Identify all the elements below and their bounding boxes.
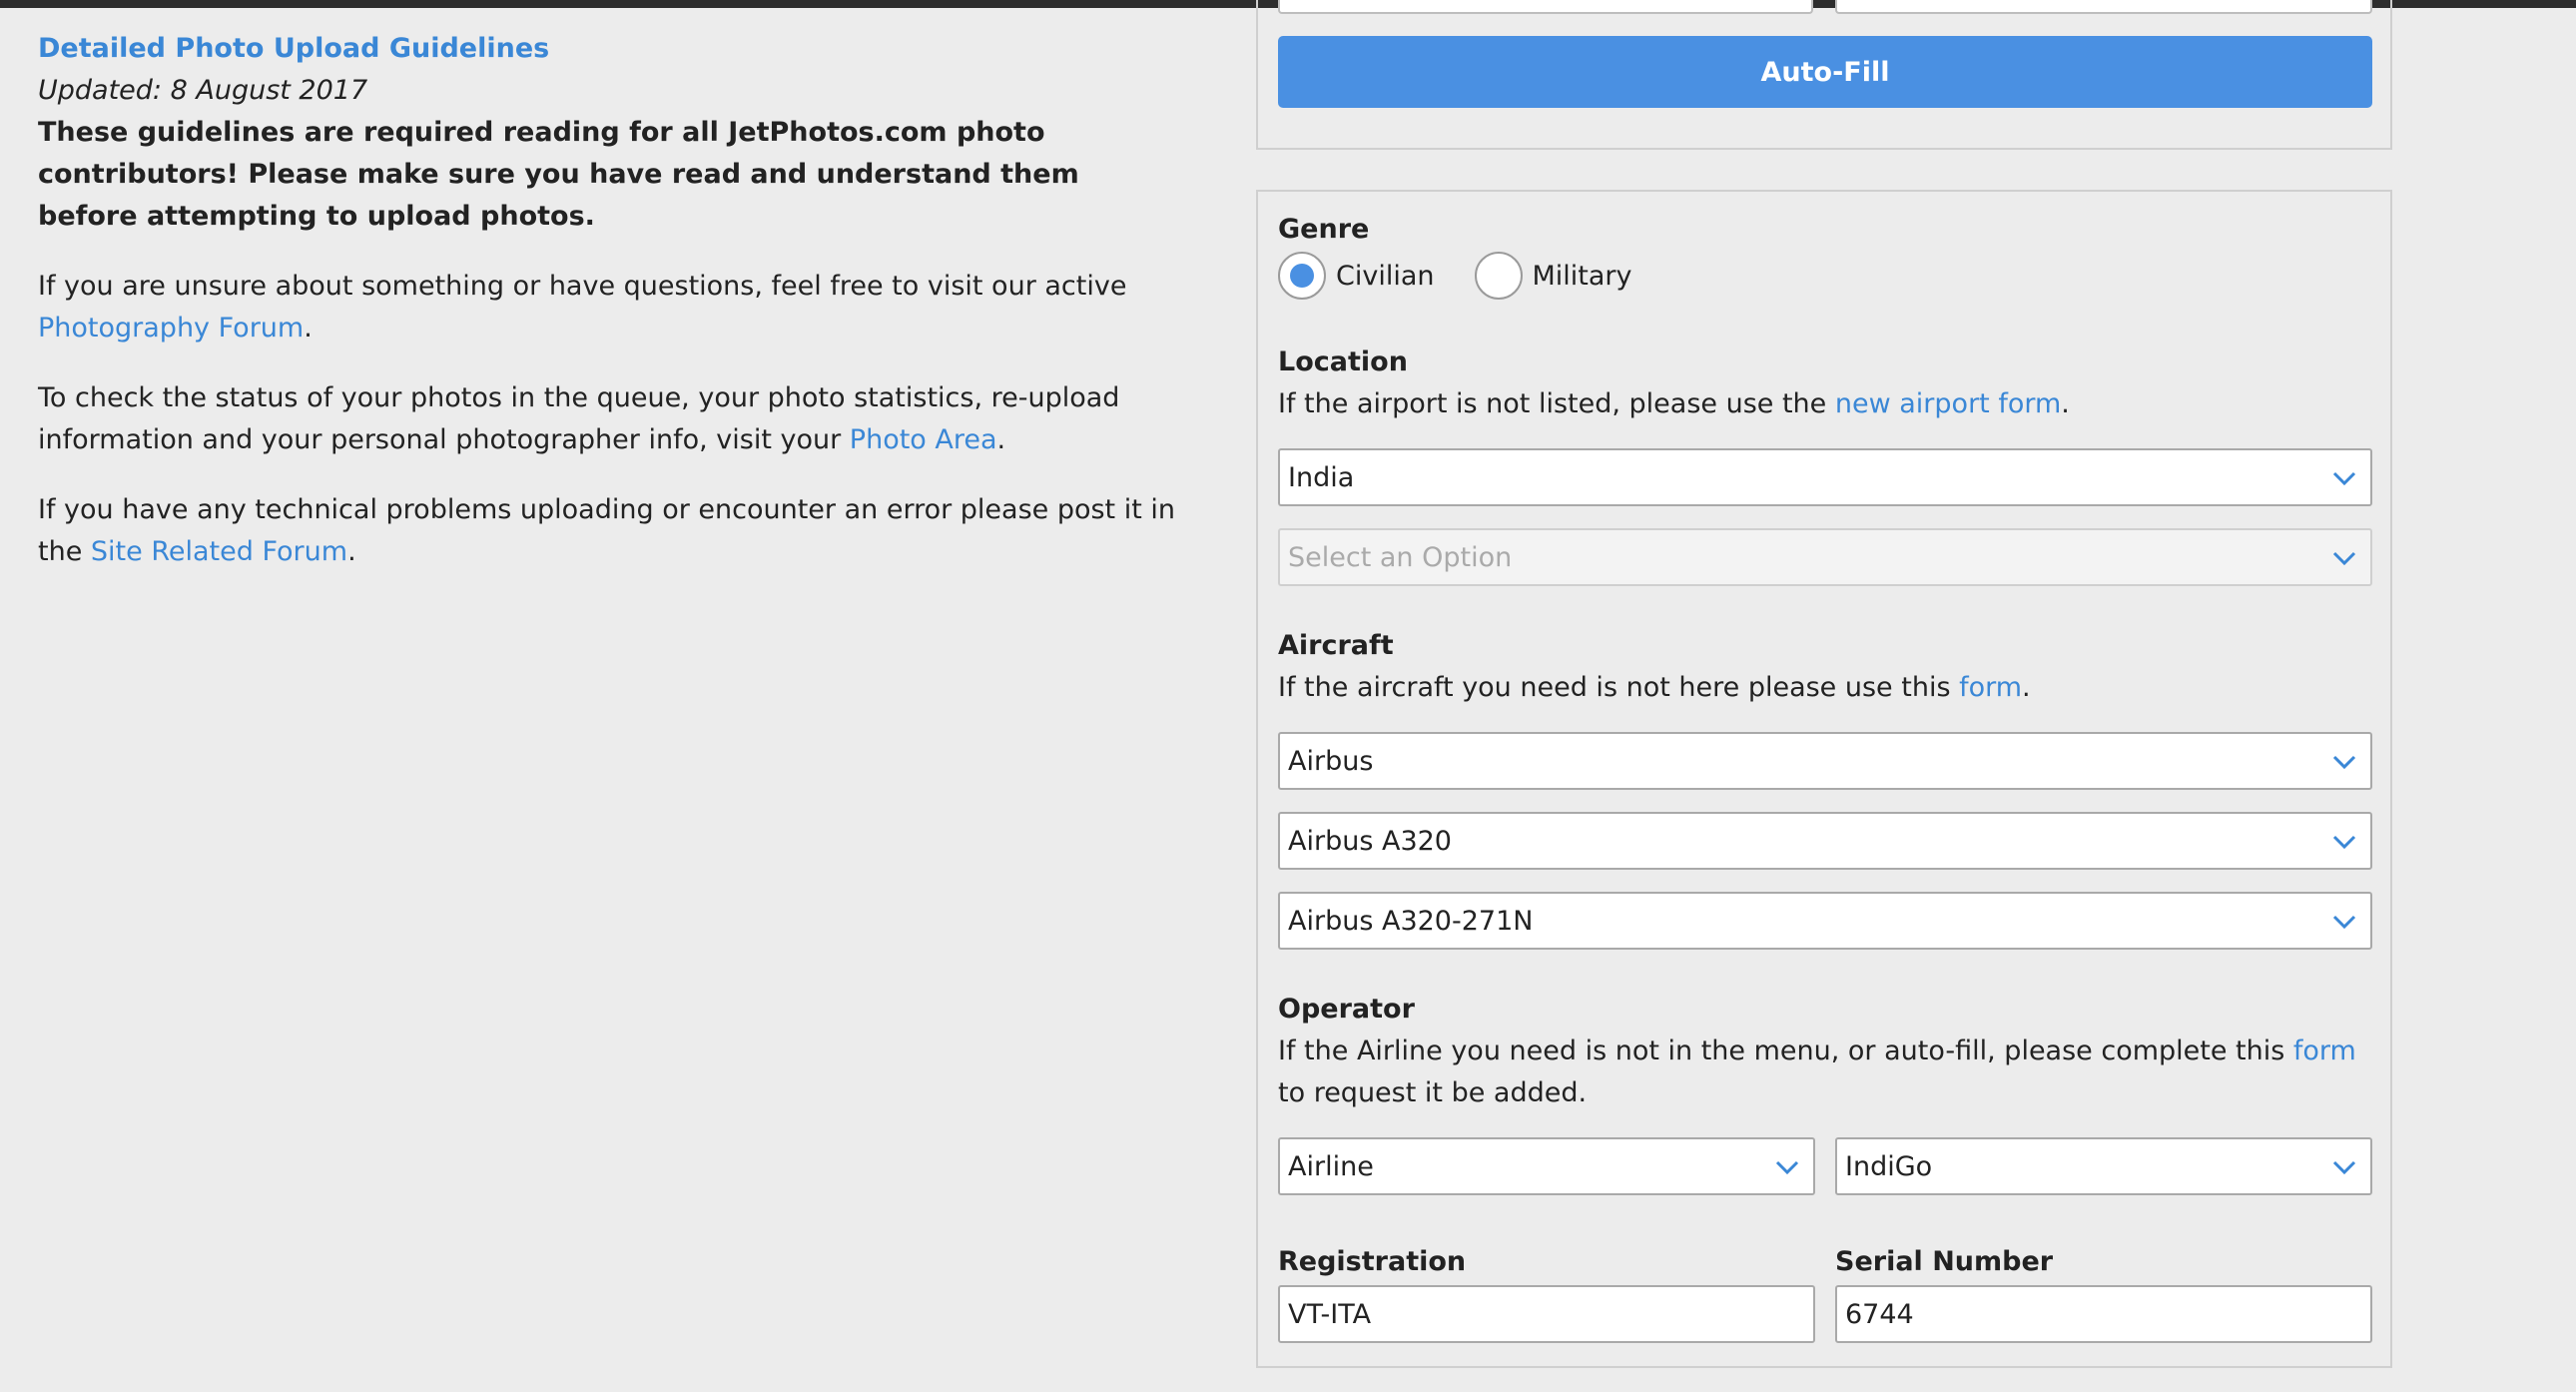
manufacturer-select-value: Airbus: [1288, 745, 1374, 777]
serial-number-input[interactable]: 6744: [1835, 1285, 2372, 1343]
autofill-input-left-edge[interactable]: [1278, 0, 1813, 14]
variant-select-value: Airbus A320-271N: [1288, 905, 1534, 937]
serial-number-value: 6744: [1845, 1298, 1914, 1330]
operator-help: If the Airline you need is not in the me…: [1278, 1031, 2376, 1114]
autofill-button[interactable]: Auto-Fill: [1278, 36, 2372, 108]
photo-area-paragraph: To check the status of your photos in th…: [38, 377, 1176, 461]
variant-select[interactable]: Airbus A320-271N: [1278, 892, 2372, 950]
registration-value: VT-ITA: [1288, 1298, 1372, 1330]
military-radio[interactable]: [1474, 252, 1523, 300]
period: .: [2022, 672, 2031, 703]
chevron-down-icon: [2332, 551, 2356, 566]
operator-name-value: IndiGo: [1845, 1150, 1933, 1182]
registration-label: Registration: [1278, 1246, 1467, 1277]
period: .: [2061, 388, 2070, 419]
site-related-forum-link[interactable]: Site Related Forum: [91, 536, 347, 567]
registration-input[interactable]: VT-ITA: [1278, 1285, 1815, 1343]
airport-select[interactable]: Select an Option: [1278, 528, 2372, 586]
chevron-down-icon: [2332, 471, 2356, 486]
location-label: Location: [1278, 347, 1408, 377]
forum-paragraph: If you are unsure about something or hav…: [38, 266, 1176, 349]
photo-area-link[interactable]: Photo Area: [850, 424, 997, 455]
chevron-down-icon: [1775, 1160, 1799, 1175]
military-radio-label[interactable]: Military: [1533, 261, 1632, 292]
chevron-down-icon: [2332, 1160, 2356, 1175]
operator-form-link[interactable]: form: [2293, 1036, 2356, 1066]
manufacturer-select[interactable]: Airbus: [1278, 732, 2372, 790]
autofill-input-right-edge[interactable]: [1835, 0, 2372, 14]
aircraft-help: If the aircraft you need is not here ple…: [1278, 667, 2376, 709]
forum-text: If you are unsure about something or hav…: [38, 271, 1127, 302]
genre-radio-group: Civilian Military: [1278, 252, 1672, 300]
airport-select-placeholder: Select an Option: [1288, 541, 1513, 573]
operator-type-value: Airline: [1288, 1150, 1374, 1182]
operator-name-select[interactable]: IndiGo: [1835, 1137, 2372, 1195]
civilian-radio[interactable]: [1278, 252, 1326, 300]
operator-help-tail: to request it be added.: [1278, 1077, 1588, 1108]
new-airport-form-link[interactable]: new airport form: [1835, 388, 2061, 419]
guidelines-column: Detailed Photo Upload Guidelines Updated…: [38, 28, 1176, 601]
country-select[interactable]: India: [1278, 448, 2372, 506]
required-notice: These guidelines are required reading fo…: [38, 117, 1079, 232]
chevron-down-icon: [2332, 835, 2356, 850]
operator-label: Operator: [1278, 994, 1415, 1025]
aircraft-label: Aircraft: [1278, 630, 1394, 661]
location-help: If the airport is not listed, please use…: [1278, 383, 2376, 425]
period: .: [304, 313, 313, 344]
aircraft-help-text: If the aircraft you need is not here ple…: [1278, 672, 1960, 703]
technical-paragraph: If you have any technical problems uploa…: [38, 489, 1176, 573]
period: .: [347, 536, 356, 567]
operator-help-text: If the Airline you need is not in the me…: [1278, 1036, 2293, 1066]
model-select-value: Airbus A320: [1288, 825, 1452, 857]
genre-label: Genre: [1278, 214, 1370, 245]
serial-number-label: Serial Number: [1835, 1246, 2054, 1277]
aircraft-form-link[interactable]: form: [1959, 672, 2022, 703]
chevron-down-icon: [2332, 915, 2356, 930]
model-select[interactable]: Airbus A320: [1278, 812, 2372, 870]
location-help-text: If the airport is not listed, please use…: [1278, 388, 1835, 419]
country-select-value: India: [1288, 461, 1355, 493]
autofill-panel: Auto-Fill: [1256, 0, 2392, 150]
period: .: [996, 424, 1006, 455]
photo-details-panel: Genre Civilian Military Location If the …: [1256, 190, 2392, 1368]
civilian-radio-label[interactable]: Civilian: [1336, 261, 1435, 292]
chevron-down-icon: [2332, 755, 2356, 770]
guidelines-title-link[interactable]: Detailed Photo Upload Guidelines: [38, 28, 1176, 70]
radio-selected-dot: [1290, 264, 1314, 288]
updated-date: Updated: 8 August 2017: [38, 75, 368, 106]
operator-type-select[interactable]: Airline: [1278, 1137, 1815, 1195]
photography-forum-link[interactable]: Photography Forum: [38, 313, 304, 344]
